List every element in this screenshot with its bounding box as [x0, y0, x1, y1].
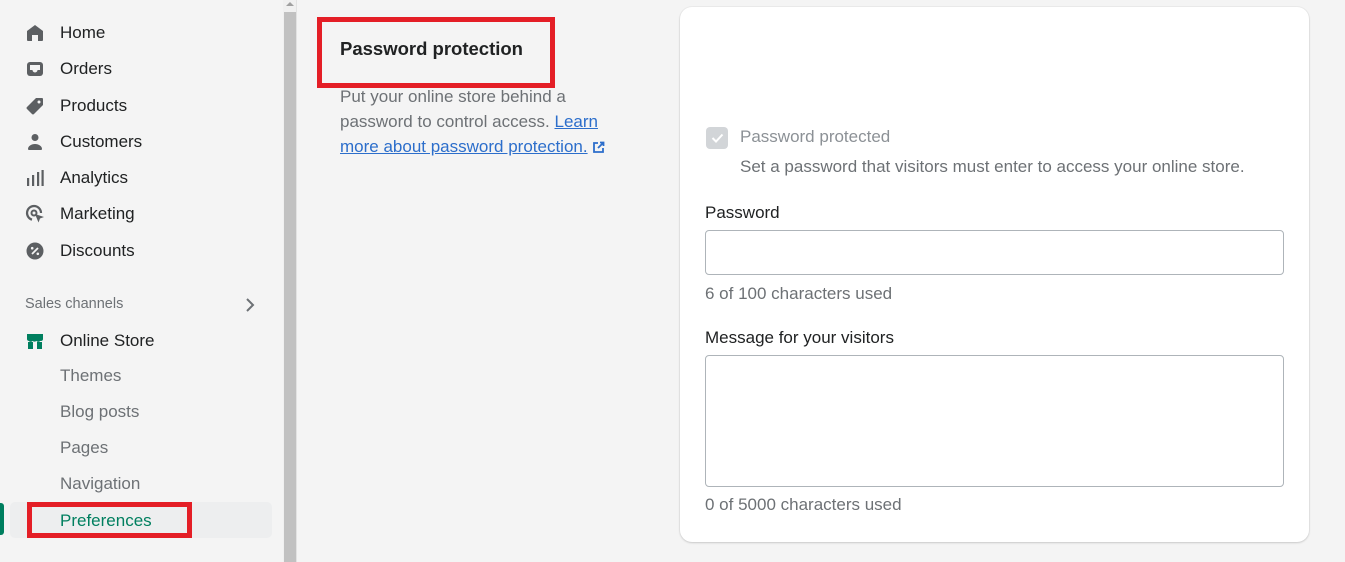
scroll-up-arrow-icon[interactable]: [286, 2, 294, 6]
sidebar-item-discounts[interactable]: Discounts: [24, 237, 135, 265]
sidebar-item-label: Products: [60, 96, 128, 115]
sidebar-item-analytics[interactable]: Analytics: [24, 164, 128, 192]
scrollbar-thumb[interactable]: [284, 12, 296, 562]
sidebar-subitem-pages[interactable]: Pages: [60, 438, 108, 458]
sidebar-item-label: Home: [60, 23, 106, 42]
password-settings-card: Password protected Set a password that v…: [680, 7, 1309, 542]
discount-badge-icon: [24, 240, 46, 262]
sidebar-item-online-store[interactable]: Online Store: [24, 327, 155, 355]
chevron-right-icon[interactable]: [240, 294, 260, 316]
home-icon: [24, 22, 46, 44]
person-icon: [24, 131, 46, 153]
sidebar-subitem-navigation[interactable]: Navigation: [60, 474, 140, 494]
sidebar-subitem-blog-posts[interactable]: Blog posts: [60, 402, 139, 422]
tag-icon: [24, 95, 46, 117]
inbox-icon: [24, 58, 46, 80]
sidebar-item-label: Customers: [60, 132, 143, 151]
active-item-indicator: [0, 503, 4, 535]
sidebar-item-label: Analytics: [60, 168, 129, 187]
section-description: Put your online store behind a password …: [340, 84, 630, 161]
sidebar-item-products[interactable]: Products: [24, 92, 127, 120]
password-label: Password: [705, 203, 780, 222]
sidebar-item-orders[interactable]: Orders: [24, 55, 112, 83]
sidebar-item-label: Discounts: [60, 241, 135, 260]
message-label: Message for your visitors: [705, 328, 894, 347]
sidebar-item-home[interactable]: Home: [24, 19, 105, 47]
message-textarea[interactable]: [705, 355, 1284, 487]
sidebar-subitem-preferences[interactable]: Preferences: [60, 511, 152, 531]
sidebar-scrollbar[interactable]: [283, 0, 297, 562]
sidebar-item-label: Orders: [60, 59, 112, 78]
checkmark-icon: [711, 133, 723, 143]
password-protected-checkbox[interactable]: [706, 127, 728, 149]
app-root: Home Orders Products Customers Analytics: [0, 0, 1345, 562]
sidebar-item-label: Online Store: [60, 331, 155, 350]
external-link-icon[interactable]: [592, 136, 605, 161]
sales-channels-label: Sales channels: [25, 296, 124, 312]
section-description-text: Put your online store behind a password …: [340, 87, 566, 131]
message-char-count: 0 of 5000 characters used: [705, 495, 902, 514]
sidebar-item-customers[interactable]: Customers: [24, 128, 142, 156]
section-title: Password protection: [340, 38, 523, 59]
sidebar-subitem-themes[interactable]: Themes: [60, 366, 121, 386]
sidebar-item-marketing[interactable]: Marketing: [24, 200, 135, 228]
password-input[interactable]: [705, 230, 1284, 275]
password-protected-help: Set a password that visitors must enter …: [740, 157, 1245, 176]
bar-chart-icon: [24, 167, 46, 189]
sidebar-item-label: Marketing: [60, 204, 135, 223]
password-protected-label: Password protected: [740, 127, 891, 146]
storefront-icon: [24, 330, 46, 352]
sidebar: Home Orders Products Customers Analytics: [0, 0, 284, 562]
target-cursor-icon: [24, 203, 46, 225]
password-char-count: 6 of 100 characters used: [705, 284, 893, 303]
